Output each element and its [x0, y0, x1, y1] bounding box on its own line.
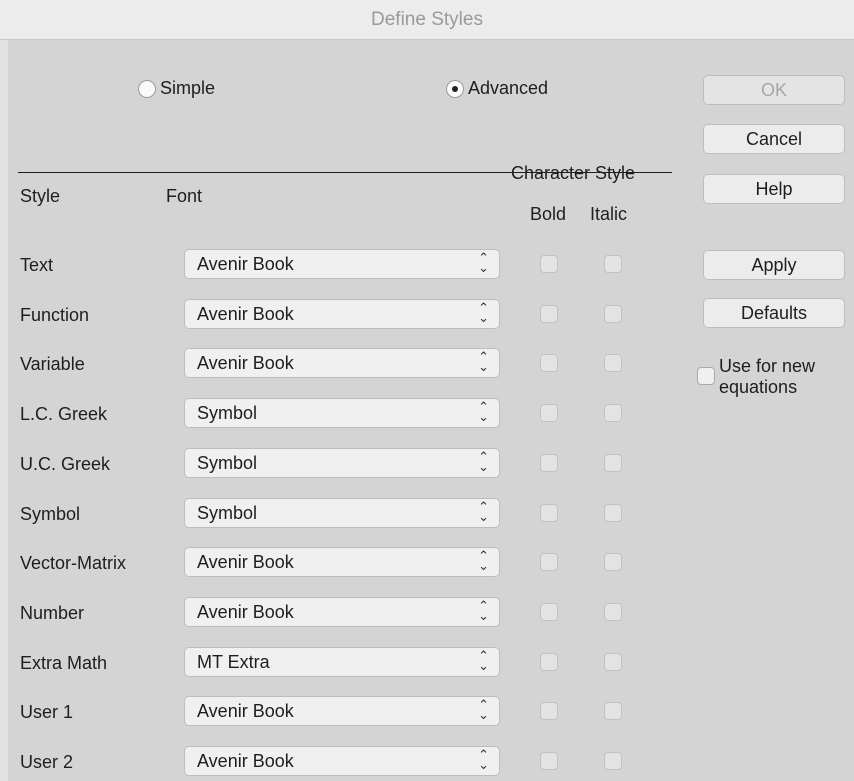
font-select-value: MT Extra [197, 651, 270, 672]
font-select[interactable]: Avenir Book ⌃ ⌄ [184, 746, 500, 776]
font-select[interactable]: Symbol ⌃ ⌄ [184, 398, 500, 428]
font-select[interactable]: Avenir Book ⌃ ⌄ [184, 696, 500, 726]
simple-radio-option[interactable]: Simple [138, 78, 215, 99]
simple-radio-label: Simple [160, 78, 216, 98]
up-down-chevron-icon: ⌃ ⌄ [478, 349, 489, 374]
italic-column-header: Italic [590, 204, 628, 224]
up-down-chevron-icon: ⌃ ⌄ [478, 697, 489, 722]
italic-checkbox[interactable] [604, 404, 622, 422]
font-select-value: Avenir Book [197, 551, 294, 572]
up-down-chevron-icon: ⌃ ⌄ [478, 747, 489, 772]
bold-checkbox[interactable] [540, 305, 558, 323]
italic-checkbox[interactable] [604, 702, 622, 720]
use-for-new-equations-option[interactable]: Use for new equations [697, 356, 815, 398]
font-select-value: Avenir Book [197, 303, 294, 324]
font-select-value: Avenir Book [197, 601, 294, 622]
font-select-value: Symbol [197, 452, 258, 473]
font-select-value: Avenir Book [197, 352, 294, 373]
character-style-header: Character Style [511, 163, 636, 183]
font-select-value: Avenir Book [197, 253, 294, 274]
font-select-value: Avenir Book [197, 700, 294, 721]
help-button[interactable]: Help [703, 174, 845, 204]
up-down-chevron-icon: ⌃ ⌄ [478, 300, 489, 325]
italic-checkbox[interactable] [604, 504, 622, 522]
window-title: Define Styles [371, 9, 483, 30]
cancel-button[interactable]: Cancel [703, 124, 845, 154]
font-select[interactable]: Symbol ⌃ ⌄ [184, 498, 500, 528]
font-select[interactable]: Avenir Book ⌃ ⌄ [184, 597, 500, 627]
define-styles-dialog: Simple Advanced Style Font Character Sty… [8, 40, 854, 781]
font-select-value: Avenir Book [197, 750, 294, 771]
italic-checkbox[interactable] [604, 305, 622, 323]
up-down-chevron-icon: ⌃ ⌄ [478, 499, 489, 524]
style-name-label: Variable [20, 354, 85, 374]
italic-checkbox[interactable] [604, 603, 622, 621]
apply-button[interactable]: Apply [703, 250, 845, 280]
italic-checkbox[interactable] [604, 752, 622, 770]
italic-checkbox[interactable] [604, 255, 622, 273]
title-bar: Define Styles [0, 0, 854, 40]
bold-checkbox[interactable] [540, 255, 558, 273]
italic-checkbox[interactable] [604, 354, 622, 372]
bold-checkbox[interactable] [540, 404, 558, 422]
italic-checkbox[interactable] [604, 653, 622, 671]
use-for-new-equations-checkbox[interactable] [697, 367, 715, 385]
up-down-chevron-icon: ⌃ ⌄ [478, 598, 489, 623]
bold-checkbox[interactable] [540, 454, 558, 472]
font-select[interactable]: Avenir Book ⌃ ⌄ [184, 547, 500, 577]
bold-checkbox[interactable] [540, 702, 558, 720]
style-name-label: Vector-Matrix [20, 553, 127, 573]
style-name-label: User 2 [20, 752, 74, 772]
font-select-value: Symbol [197, 402, 258, 423]
style-name-label: Number [20, 603, 85, 623]
style-name-label: Function [20, 305, 90, 325]
style-name-label: Text [20, 255, 54, 275]
advanced-radio-button[interactable] [446, 79, 464, 98]
bold-checkbox[interactable] [540, 653, 558, 671]
up-down-chevron-icon: ⌃ ⌄ [478, 548, 489, 573]
italic-checkbox[interactable] [604, 553, 622, 571]
use-for-new-equations-label: Use for new equations [719, 356, 816, 397]
font-select[interactable]: Symbol ⌃ ⌄ [184, 448, 500, 478]
bold-checkbox[interactable] [540, 752, 558, 770]
font-select[interactable]: Avenir Book ⌃ ⌄ [184, 348, 500, 378]
up-down-chevron-icon: ⌃ ⌄ [478, 250, 489, 275]
bold-checkbox[interactable] [540, 504, 558, 522]
up-down-chevron-icon: ⌃ ⌄ [478, 449, 489, 474]
advanced-radio-label: Advanced [468, 78, 549, 98]
style-column-header: Style [20, 186, 61, 206]
ok-button[interactable]: OK [703, 75, 845, 105]
bold-checkbox[interactable] [540, 553, 558, 571]
font-column-header: Font [166, 186, 203, 206]
font-select[interactable]: Avenir Book ⌃ ⌄ [184, 249, 500, 279]
font-select-value: Symbol [197, 502, 258, 523]
bold-checkbox[interactable] [540, 603, 558, 621]
style-name-label: User 1 [20, 702, 74, 722]
style-name-label: Extra Math [20, 653, 108, 673]
advanced-radio-option[interactable]: Advanced [446, 78, 548, 99]
style-name-label: U.C. Greek [20, 454, 111, 474]
up-down-chevron-icon: ⌃ ⌄ [478, 648, 489, 673]
italic-checkbox[interactable] [604, 454, 622, 472]
font-select[interactable]: Avenir Book ⌃ ⌄ [184, 299, 500, 329]
style-name-label: L.C. Greek [20, 404, 108, 424]
style-name-label: Symbol [20, 504, 81, 524]
font-select[interactable]: MT Extra ⌃ ⌄ [184, 647, 500, 677]
defaults-button[interactable]: Defaults [703, 298, 845, 328]
simple-radio-button[interactable] [138, 79, 156, 98]
bold-column-header: Bold [530, 204, 567, 224]
up-down-chevron-icon: ⌃ ⌄ [478, 399, 489, 424]
bold-checkbox[interactable] [540, 354, 558, 372]
